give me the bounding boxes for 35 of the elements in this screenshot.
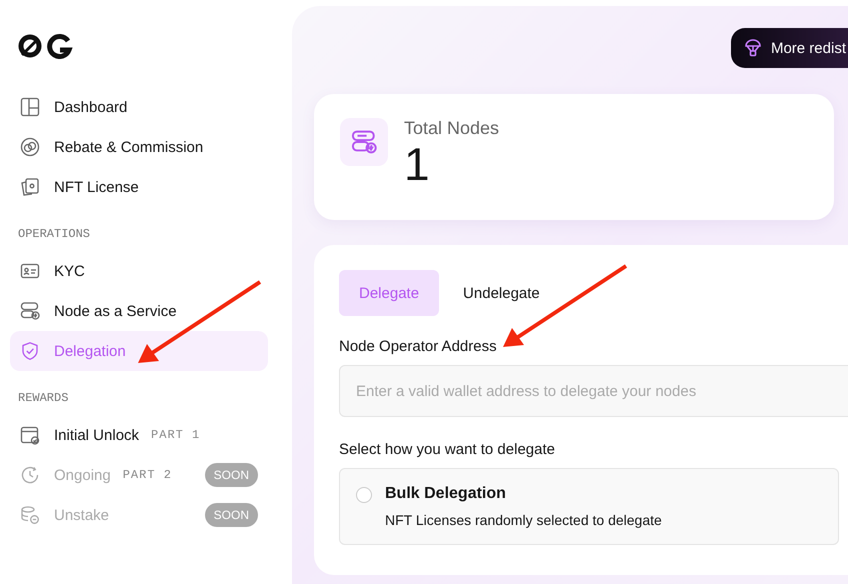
clock-icon <box>20 465 40 485</box>
question-text: Select how you want to delegate <box>339 441 556 458</box>
shield-check-icon <box>20 341 40 361</box>
sidebar-item[interactable]: Initial Unlock PART 1 <box>10 415 268 455</box>
soon-badge: SOON <box>204 463 258 487</box>
server-icon <box>340 118 388 166</box>
option-title: Bulk Delegation <box>385 485 507 503</box>
tab[interactable]: Undelegate <box>443 270 560 316</box>
section-heading: OPERATIONS <box>17 226 92 243</box>
part-label: PART 2 <box>122 468 172 482</box>
coins-icon <box>20 137 40 157</box>
field-label: Node Operator Address <box>339 338 498 355</box>
sidebar-item[interactable]: Node as a Service <box>10 291 268 331</box>
delegation-option[interactable]: Bulk Delegation NFT Licenses randomly selected to delegate <box>339 468 839 545</box>
radio-button[interactable] <box>356 487 372 503</box>
server-icon <box>20 301 40 321</box>
address-input-field[interactable]: Enter a valid wallet address to delegate your nodes <box>339 365 848 417</box>
redistribution-button[interactable]: More redist <box>730 28 848 68</box>
calendar-icon <box>20 425 40 445</box>
sidebar-item[interactable]: NFT License <box>10 167 268 207</box>
sidebar-item[interactable]: Rebate & Commission <box>10 127 268 167</box>
layout-grid-icon <box>20 97 40 117</box>
id-card-icon <box>20 261 40 281</box>
stat-label: Total Nodes <box>404 118 500 139</box>
section-heading: REWARDS <box>17 390 70 407</box>
soon-badge: SOON <box>204 503 258 527</box>
parachute-icon <box>744 39 761 57</box>
stat-value: 1 <box>404 139 431 190</box>
cards-icon <box>20 177 40 197</box>
sidebar-item[interactable]: Dashboard <box>10 87 268 127</box>
logo-icon <box>18 33 74 59</box>
option-description: NFT Licenses randomly selected to delegate <box>385 512 662 528</box>
coin-stack-icon <box>20 505 40 525</box>
part-label: PART 1 <box>151 428 200 442</box>
sidebar-item[interactable]: KYC <box>10 251 268 291</box>
